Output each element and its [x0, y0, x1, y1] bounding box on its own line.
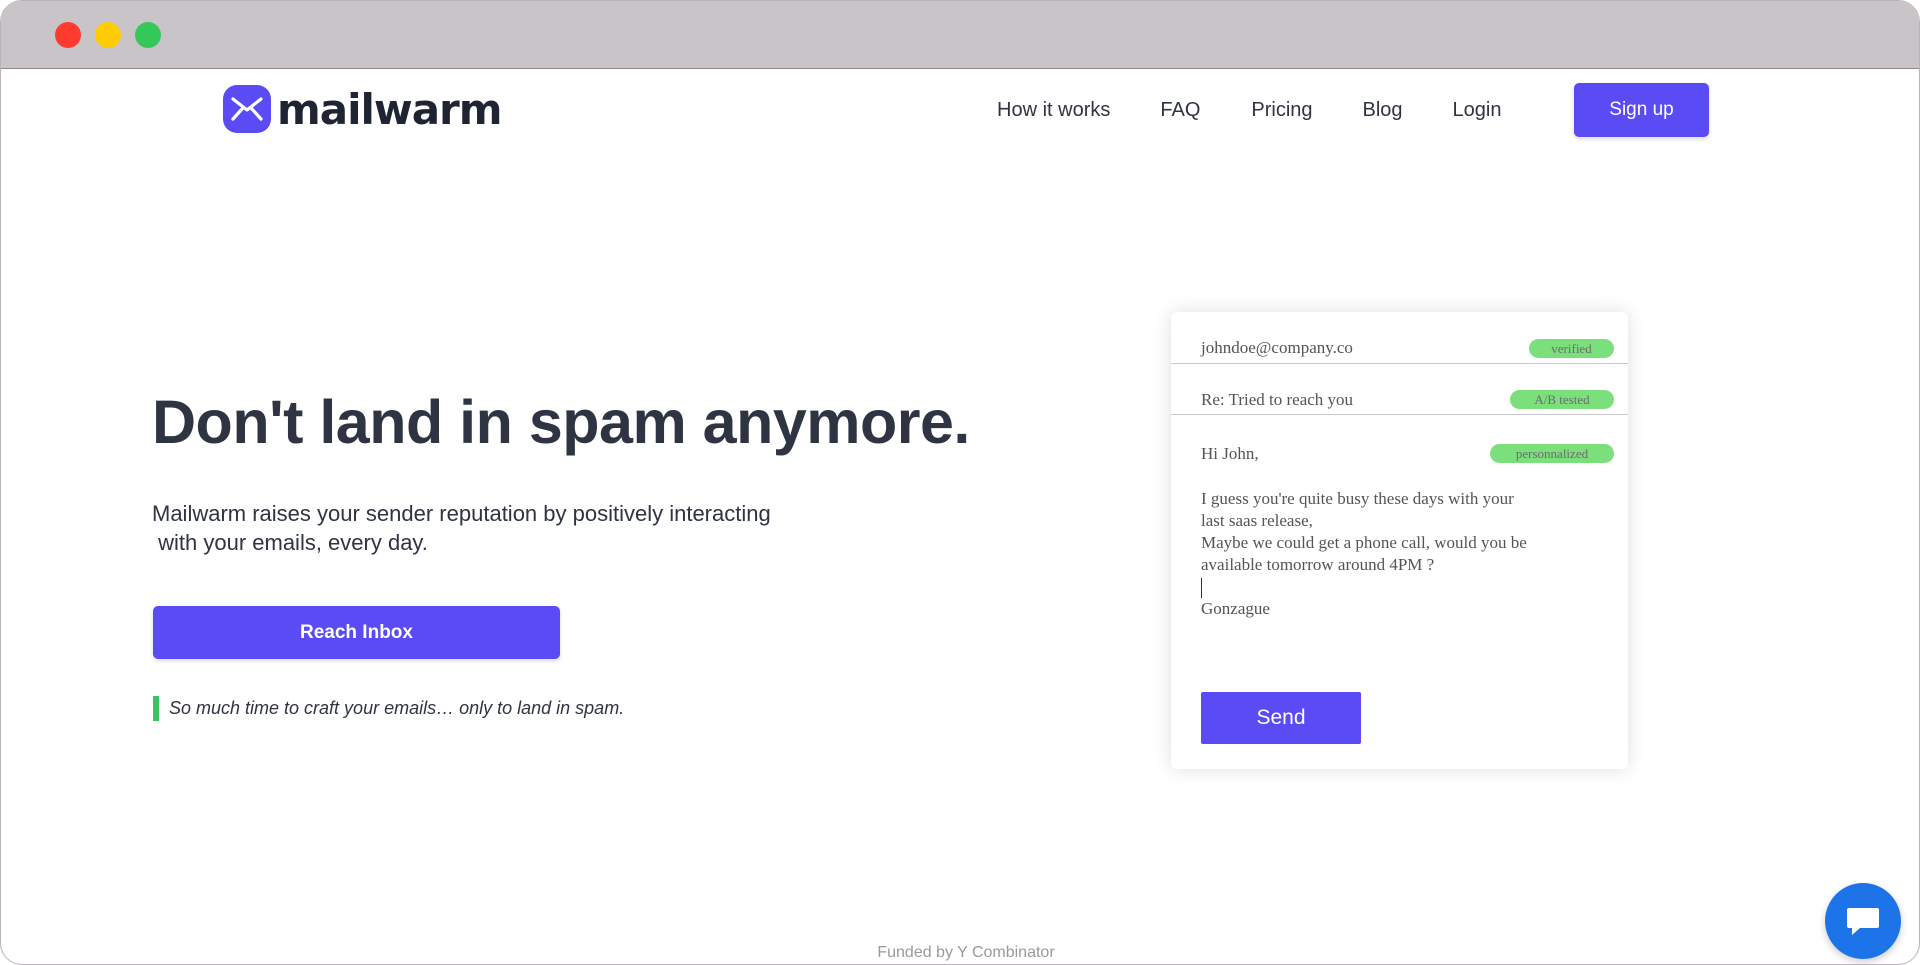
sign-up-button[interactable]: Sign up [1574, 83, 1709, 137]
minimize-window-button[interactable] [95, 22, 121, 48]
nav-links: How it works FAQ Pricing Blog Login [997, 83, 1551, 137]
email-body-line: last saas release, [1201, 511, 1313, 530]
email-greeting: Hi John, [1201, 444, 1259, 463]
personalized-badge: personnalized [1490, 444, 1614, 463]
hero-subtitle: Mailwarm raises your sender reputation b… [152, 499, 832, 557]
hero-quote: So much time to craft your emails… only … [153, 696, 624, 721]
brand-name: mailwarm [277, 84, 503, 134]
envelope-logo-icon [223, 85, 271, 133]
email-from: johndoe@company.co [1201, 338, 1353, 357]
nav-link-login[interactable]: Login [1453, 99, 1502, 122]
hero-subtitle-line: with your emails, every day. [152, 530, 428, 555]
reach-inbox-button[interactable]: Reach Inbox [153, 606, 560, 659]
email-preview-card: johndoe@company.co verified Re: Tried to… [1171, 312, 1628, 769]
brand-logo[interactable]: mailwarm [223, 84, 503, 134]
quote-accent-bar [153, 696, 159, 721]
hero-title: Don't land in spam anymore. [152, 388, 970, 456]
nav-link-pricing[interactable]: Pricing [1251, 99, 1312, 122]
send-button[interactable]: Send [1201, 692, 1361, 744]
nav-link-blog[interactable]: Blog [1363, 99, 1403, 122]
email-body-line: Maybe we could get a phone call, would y… [1201, 533, 1527, 552]
verified-badge: verified [1529, 339, 1614, 358]
email-signature: Gonzague [1201, 599, 1270, 619]
ab-tested-badge: A/B tested [1510, 390, 1614, 409]
email-body-line: available tomorrow around 4PM ? [1201, 555, 1435, 574]
email-divider [1171, 363, 1628, 364]
close-window-button[interactable] [55, 22, 81, 48]
nav-link-how-it-works[interactable]: How it works [997, 99, 1110, 122]
text-caret [1201, 578, 1202, 599]
email-body[interactable]: I guess you're quite busy these days wit… [1201, 488, 1581, 620]
nav-link-faq[interactable]: FAQ [1160, 99, 1200, 122]
window-titlebar [1, 1, 1919, 69]
email-subject: Re: Tried to reach you [1201, 390, 1354, 409]
top-navigation: mailwarm How it works FAQ Pricing Blog L… [1, 69, 1919, 149]
quote-text: So much time to craft your emails… only … [169, 698, 625, 718]
email-divider [1171, 414, 1628, 415]
hero-subtitle-line: Mailwarm raises your sender reputation b… [152, 501, 771, 526]
maximize-window-button[interactable] [135, 22, 161, 48]
chat-bubble-icon[interactable] [1825, 883, 1901, 959]
email-body-line: I guess you're quite busy these days wit… [1201, 489, 1514, 508]
funded-by-note: Funded by Y Combinator [877, 944, 1055, 961]
browser-window: mailwarm How it works FAQ Pricing Blog L… [0, 0, 1920, 965]
